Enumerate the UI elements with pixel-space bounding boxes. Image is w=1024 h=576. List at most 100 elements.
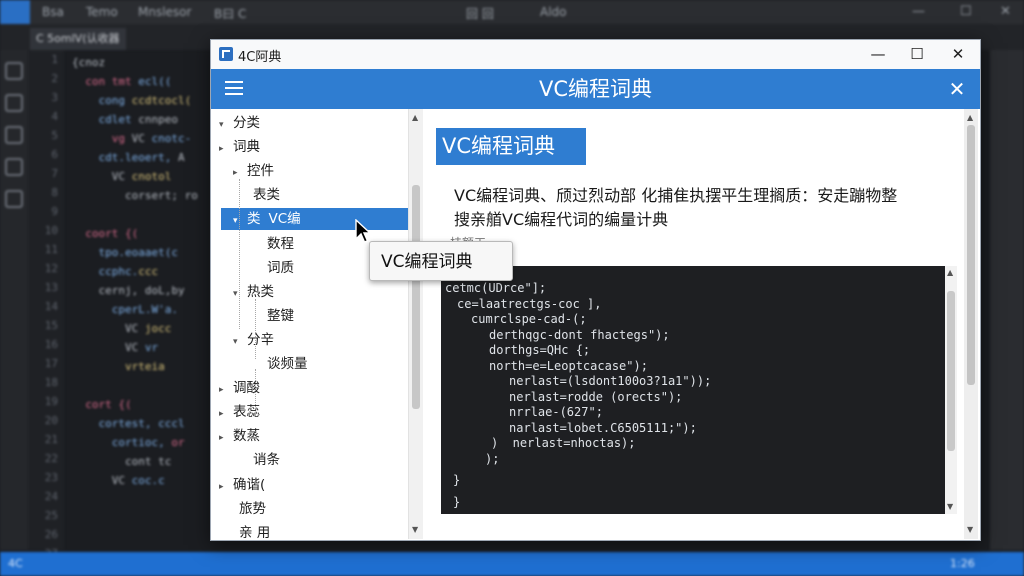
- category-tree: ▾ 分类 ▸ 词典 ▸ 控件 表类 ▾ 类 VC编 数程 词质 ▾ 热类 整键 ▾ 分辛 谈频量 ▸ 调酸 ▸ 表蕊 ▸ 数蒸…: [211, 109, 420, 541]
- extensions-icon[interactable]: [5, 190, 23, 208]
- header-close-icon[interactable]: ✕: [941, 73, 973, 105]
- tree-item[interactable]: ▾ 分辛: [233, 329, 274, 351]
- hamburger-menu-icon[interactable]: [225, 81, 243, 95]
- debug-icon[interactable]: [5, 158, 23, 176]
- tree-item-label: 分辛: [247, 331, 274, 348]
- line-number: 23: [44, 471, 58, 484]
- search-icon[interactable]: [5, 94, 23, 112]
- tree-item-label: 控件: [247, 163, 274, 180]
- ide-minimap: [990, 50, 1024, 550]
- header-title: VC编程词典: [538, 77, 653, 101]
- line-number: 6: [51, 148, 58, 161]
- line-number: 21: [44, 433, 58, 446]
- code-line: cumrclspe-cad-(;: [471, 312, 587, 326]
- scroll-up-icon[interactable]: ▲: [967, 113, 973, 122]
- tree-item[interactable]: 旅势: [219, 498, 266, 520]
- ide-menu-item[interactable]: Aldo: [540, 5, 567, 19]
- expand-right-icon[interactable]: ▸: [219, 427, 233, 449]
- maximize-button[interactable]: ☐: [897, 42, 937, 66]
- status-position: 1:26: [950, 557, 975, 570]
- tree-item-label: 确谐(: [233, 476, 266, 493]
- code-line: ce=laatrectgs-coc ],: [457, 296, 602, 311]
- ide-maximize-icon[interactable]: ☐: [960, 4, 972, 19]
- line-number: 8: [51, 186, 58, 199]
- expand-down-icon[interactable]: ▾: [233, 283, 247, 305]
- line-number: 16: [44, 338, 58, 351]
- ide-statusbar: 4C 1:26: [0, 552, 1024, 576]
- expand-down-icon[interactable]: ▾: [219, 114, 233, 136]
- code-line: ) nerlast=nhoctas);: [491, 436, 636, 450]
- line-number: 26: [44, 528, 58, 541]
- scroll-up-icon[interactable]: ▲: [412, 113, 418, 122]
- tree-item[interactable]: ▾ 分类: [219, 112, 260, 134]
- tree-item[interactable]: ▾ 类 VC编: [221, 208, 420, 232]
- close-button[interactable]: ✕: [938, 42, 978, 66]
- ide-menu-item[interactable]: Mnslesor: [138, 5, 191, 19]
- tree-item[interactable]: ▸ 词典: [219, 136, 260, 158]
- code-line: nerlast=rodde (orects");: [509, 389, 683, 404]
- line-number: 3: [51, 91, 58, 104]
- code-line: dorthgs=QHc {;: [489, 343, 591, 357]
- tree-item[interactable]: 亲 用: [219, 522, 270, 544]
- tree-item[interactable]: 词质: [247, 257, 294, 279]
- ide-menu-item[interactable]: Bsa: [42, 5, 64, 19]
- expand-down-icon[interactable]: ▾: [233, 331, 247, 353]
- tooltip: VC编程词典: [369, 241, 513, 281]
- content-scroll-thumb[interactable]: [967, 125, 975, 385]
- app-icon: [219, 47, 233, 61]
- expand-down-icon[interactable]: ▾: [233, 210, 247, 232]
- ide-menu-item[interactable]: Temo: [86, 5, 118, 19]
- window-titlebar: 4C阿典 — ☐ ✕: [211, 40, 980, 69]
- code-scrollbar[interactable]: ▲ ▼: [945, 266, 957, 514]
- scroll-down-icon[interactable]: ▼: [947, 502, 953, 511]
- line-number: 14: [44, 300, 58, 313]
- explorer-icon[interactable]: [5, 62, 23, 80]
- tree-item[interactable]: 诮条: [233, 449, 280, 471]
- tree-item-label: 词质: [267, 259, 294, 276]
- expand-right-icon[interactable]: ▸: [219, 476, 233, 498]
- line-number: 1: [51, 53, 58, 66]
- expand-right-icon[interactable]: ▸: [219, 379, 233, 401]
- expand-right-icon[interactable]: ▸: [219, 138, 233, 160]
- ide-minimize-icon[interactable]: —: [912, 4, 925, 19]
- tree-item[interactable]: 谈频量: [247, 353, 308, 375]
- window-title: 4C阿典: [238, 50, 282, 65]
- tree-item[interactable]: ▸ 表蕊: [219, 401, 260, 423]
- line-number: 19: [44, 395, 58, 408]
- code-scroll-thumb[interactable]: [947, 291, 955, 451]
- line-number: 17: [44, 357, 58, 370]
- tree-item-label: 分类: [233, 115, 260, 131]
- ide-close-icon[interactable]: ✕: [1000, 4, 1011, 19]
- source-control-icon[interactable]: [5, 126, 23, 144]
- status-left: 4C: [8, 557, 23, 570]
- app-header: VC编程词典 ✕: [211, 69, 980, 109]
- content-pane: VC编程词典 VC编程词典、颀过烈动部 化捕隹执摆平生理搁质：安走蹦物整 搜亲艏…: [423, 109, 964, 539]
- expand-right-icon[interactable]: ▸: [233, 162, 247, 184]
- scroll-up-icon[interactable]: ▲: [947, 268, 953, 277]
- tree-item[interactable]: ▸ 调酸: [219, 377, 260, 399]
- expand-right-icon[interactable]: ▸: [219, 403, 233, 425]
- tree-item[interactable]: 表类: [233, 184, 280, 206]
- tree-item-prefix: 类: [247, 211, 261, 228]
- scroll-down-icon[interactable]: ▼: [412, 525, 418, 534]
- content-scrollbar[interactable]: ▲ ▼: [964, 109, 978, 539]
- ide-menu-item[interactable]: B曰 C: [214, 5, 246, 22]
- tree-item-label: 热类: [247, 283, 274, 300]
- ide-editor-tab[interactable]: C 5omlV(认收器: [30, 28, 126, 50]
- tree-item[interactable]: ▸ 确谐(: [219, 474, 265, 496]
- tree-item-label: 旅势: [239, 500, 266, 517]
- tree-item[interactable]: ▸ 数蒸: [219, 425, 260, 447]
- tree-item-label: 诮条: [253, 452, 280, 469]
- tree-item-label: 整键: [267, 307, 294, 324]
- tree-item-label: 亲 用: [239, 524, 271, 541]
- tree-item[interactable]: 数程: [247, 233, 294, 255]
- minimize-button[interactable]: —: [858, 42, 898, 66]
- code-line: }: [453, 494, 461, 509]
- tree-scrollbar[interactable]: ▲ ▼: [408, 109, 423, 539]
- tree-scroll-thumb[interactable]: [412, 185, 420, 409]
- line-number: 10: [44, 224, 58, 237]
- ide-menu-item[interactable]: 回 回: [466, 5, 494, 22]
- code-line: nerlast=(lsdont100o3?1a1"));: [509, 374, 712, 388]
- scroll-down-icon[interactable]: ▼: [967, 525, 973, 534]
- code-line: nrrlae-(627";: [509, 405, 603, 419]
